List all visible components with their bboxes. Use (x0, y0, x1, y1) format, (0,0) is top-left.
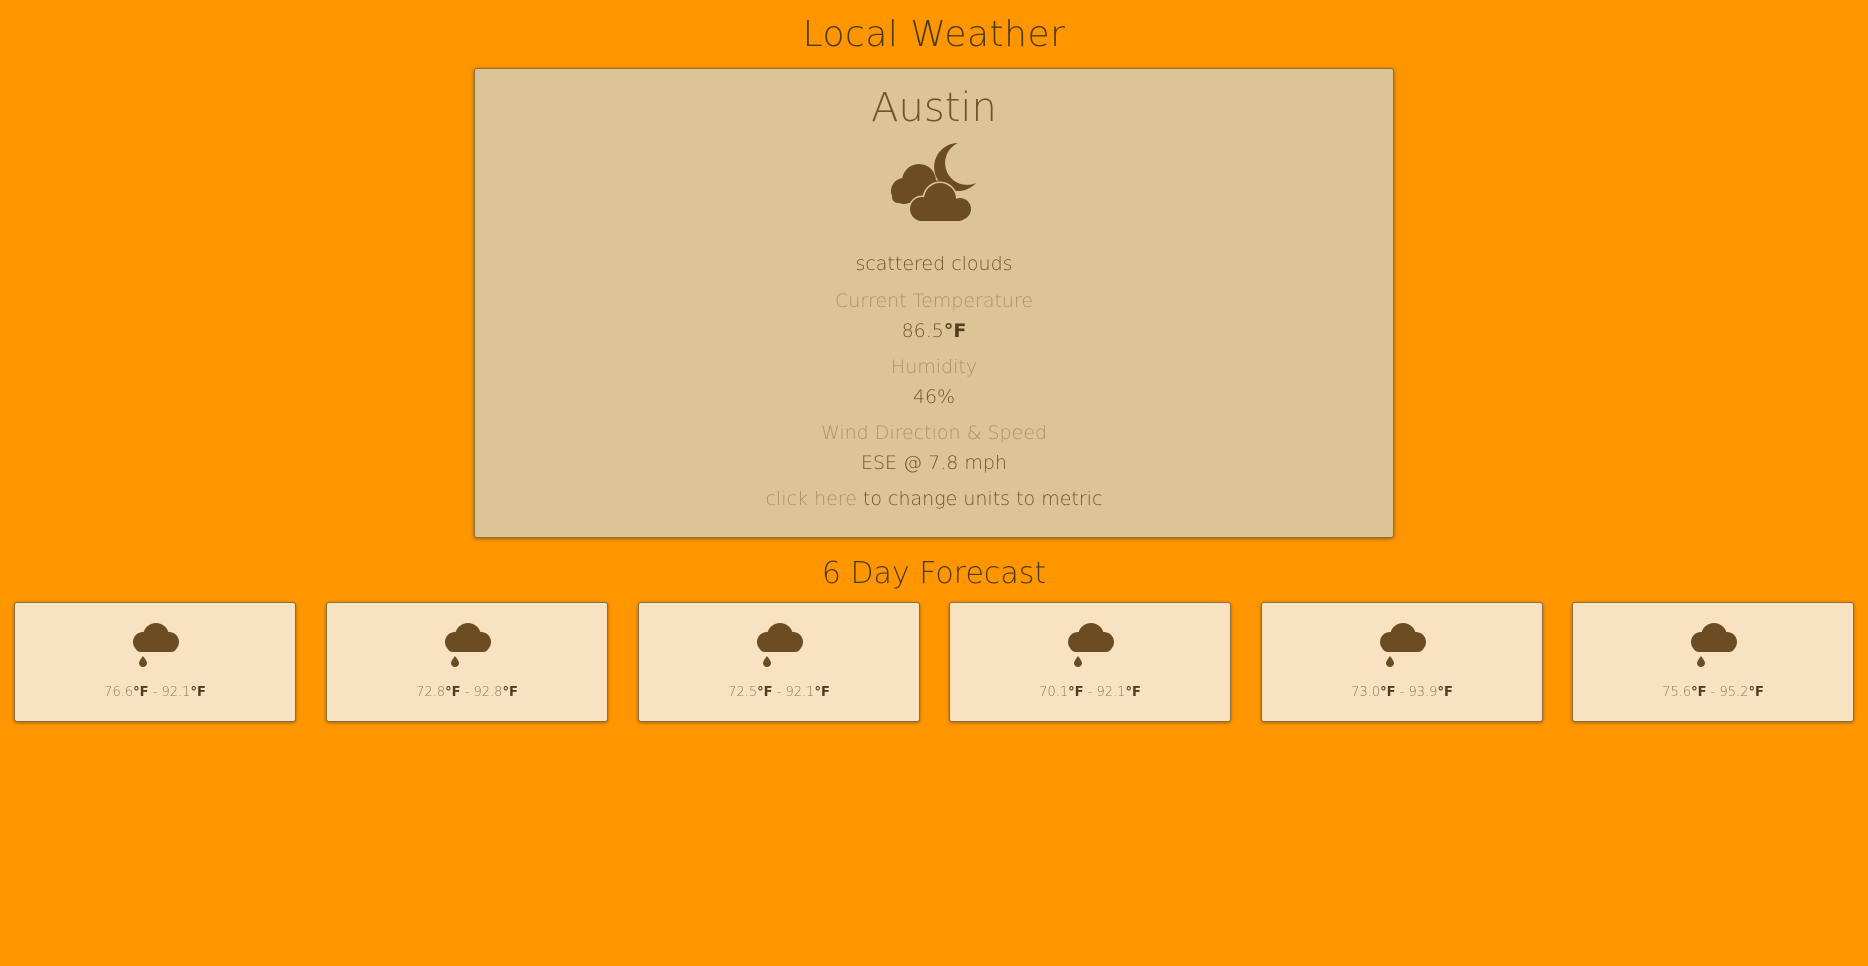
forecast-unit: °F (1068, 685, 1084, 700)
forecast-unit: °F (814, 685, 830, 700)
forecast-unit: °F (757, 685, 773, 700)
forecast-high: 92.1 (785, 685, 815, 700)
forecast-day-card: 70.1°F - 92.1°F (949, 602, 1231, 722)
forecast-high: 92.8 (473, 685, 503, 700)
forecast-unit: °F (1748, 685, 1764, 700)
forecast-high: 92.1 (161, 685, 191, 700)
forecast-unit: °F (502, 685, 518, 700)
forecast-unit: °F (1691, 685, 1707, 700)
temperature-value: 86.5°F (475, 320, 1393, 342)
forecast-low: 72.8 (416, 685, 446, 700)
forecast-high: 92.1 (1096, 685, 1126, 700)
forecast-high: 93.9 (1408, 685, 1438, 700)
rain-icon (1691, 623, 1737, 667)
wind-label: Wind Direction & Speed (820, 422, 1048, 444)
forecast-temp-range: 72.5°F - 92.1°F (639, 685, 919, 700)
forecast-unit: °F (445, 685, 461, 700)
forecast-unit: °F (190, 685, 206, 700)
rain-icon (445, 623, 491, 667)
temperature-number: 86.5 (901, 320, 944, 342)
forecast-high: 95.2 (1719, 685, 1749, 700)
forecast-separator: - (148, 685, 162, 700)
forecast-temp-range: 75.6°F - 95.2°F (1573, 685, 1853, 700)
forecast-unit: °F (1437, 685, 1453, 700)
humidity-value: 46% (912, 386, 956, 408)
forecast-temp-range: 73.0°F - 93.9°F (1262, 685, 1542, 700)
forecast-day-card: 72.5°F - 92.1°F (638, 602, 920, 722)
rain-icon (1380, 623, 1426, 667)
forecast-low: 72.5 (728, 685, 758, 700)
forecast-low: 76.6 (104, 685, 134, 700)
forecast-day-card: 76.6°F - 92.1°F (14, 602, 296, 722)
temperature-unit: °F (943, 320, 967, 342)
forecast-separator: - (460, 685, 474, 700)
forecast-low: 73.0 (1351, 685, 1381, 700)
rain-icon (133, 623, 179, 667)
forecast-unit: °F (1125, 685, 1141, 700)
forecast-unit: °F (133, 685, 149, 700)
scattered-clouds-night-icon (891, 143, 976, 223)
humidity-label: Humidity (890, 356, 978, 378)
forecast-unit: °F (1380, 685, 1396, 700)
change-units-link[interactable]: click here (766, 488, 857, 510)
forecast-low: 70.1 (1039, 685, 1069, 700)
current-weather-card: Austin scattered clouds Current Temperat… (474, 68, 1394, 538)
forecast-temp-range: 70.1°F - 92.1°F (950, 685, 1230, 700)
forecast-separator: - (1395, 685, 1409, 700)
forecast-separator: - (1706, 685, 1720, 700)
weather-summary: scattered clouds (855, 253, 1013, 275)
city-name: Austin (871, 85, 997, 131)
forecast-title: 6 Day Forecast (821, 556, 1047, 591)
forecast-row: 76.6°F - 92.1°F 72.8°F - 92.8°F 72.5°F -… (14, 602, 1854, 722)
units-toggle-text: to change units to metric (856, 488, 1103, 510)
forecast-day-card: 73.0°F - 93.9°F (1261, 602, 1543, 722)
forecast-separator: - (772, 685, 786, 700)
forecast-day-card: 75.6°F - 95.2°F (1572, 602, 1854, 722)
forecast-temp-range: 72.8°F - 92.8°F (327, 685, 607, 700)
rain-icon (1068, 623, 1114, 667)
temperature-label: Current Temperature (834, 290, 1034, 312)
units-toggle-line: click here to change units to metric (475, 488, 1393, 510)
forecast-separator: - (1083, 685, 1097, 700)
forecast-day-card: 72.8°F - 92.8°F (326, 602, 608, 722)
forecast-low: 75.6 (1662, 685, 1692, 700)
rain-icon (757, 623, 803, 667)
wind-value: ESE @ 7.8 mph (860, 452, 1008, 474)
page-title: Local Weather (802, 14, 1066, 55)
forecast-temp-range: 76.6°F - 92.1°F (15, 685, 295, 700)
